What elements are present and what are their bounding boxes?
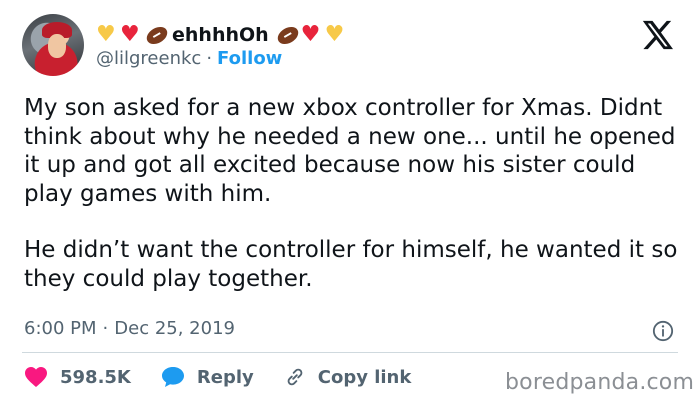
tweet-time: 6:00 PM	[24, 318, 97, 339]
reply-label: Reply	[196, 366, 254, 388]
info-icon[interactable]	[652, 320, 674, 342]
x-logo-icon[interactable]	[640, 18, 674, 52]
copy-link-button[interactable]: Copy link	[284, 366, 412, 388]
action-bar: 598.5K Reply Copy link	[24, 366, 441, 388]
reply-button[interactable]: Reply	[161, 366, 254, 388]
yellow-heart-icon: ♥	[96, 22, 116, 47]
separator-dot: ·	[206, 48, 213, 69]
author-name-row[interactable]: ♥ ♥ ehhhhOh ♥ ♥	[96, 22, 349, 48]
tweet-text: My son asked for a new xbox controller f…	[24, 94, 684, 293]
football-icon	[143, 23, 171, 47]
red-heart-icon: ♥	[300, 22, 321, 47]
red-heart-icon: ♥	[120, 22, 140, 47]
yellow-heart-icon: ♥	[324, 22, 345, 47]
follow-button[interactable]: Follow	[217, 48, 282, 69]
like-button[interactable]: 598.5K	[24, 366, 131, 388]
copy-link-label: Copy link	[317, 366, 412, 388]
handle-row: @lilgreenkc · Follow	[96, 48, 282, 69]
link-icon	[287, 368, 303, 386]
avatar-face	[48, 34, 66, 58]
tweet-date: Dec 25, 2019	[114, 318, 235, 339]
heart-icon	[25, 367, 47, 387]
avatar[interactable]	[22, 14, 84, 76]
separator-dot: ·	[102, 318, 109, 339]
reply-bubble-icon	[161, 367, 184, 387]
divider	[22, 352, 678, 353]
watermark: boredpanda.com	[505, 370, 695, 395]
author-handle[interactable]: @lilgreenkc	[96, 48, 201, 69]
like-count: 598.5K	[60, 366, 131, 388]
tweet-timestamp[interactable]: 6:00 PM · Dec 25, 2019	[24, 318, 235, 339]
tweet-paragraph: He didn’t want the controller for himsel…	[24, 237, 678, 292]
display-name[interactable]: ehhhhOh	[172, 24, 269, 46]
tweet-paragraph: My son asked for a new xbox controller f…	[24, 95, 676, 207]
football-icon	[274, 23, 301, 47]
